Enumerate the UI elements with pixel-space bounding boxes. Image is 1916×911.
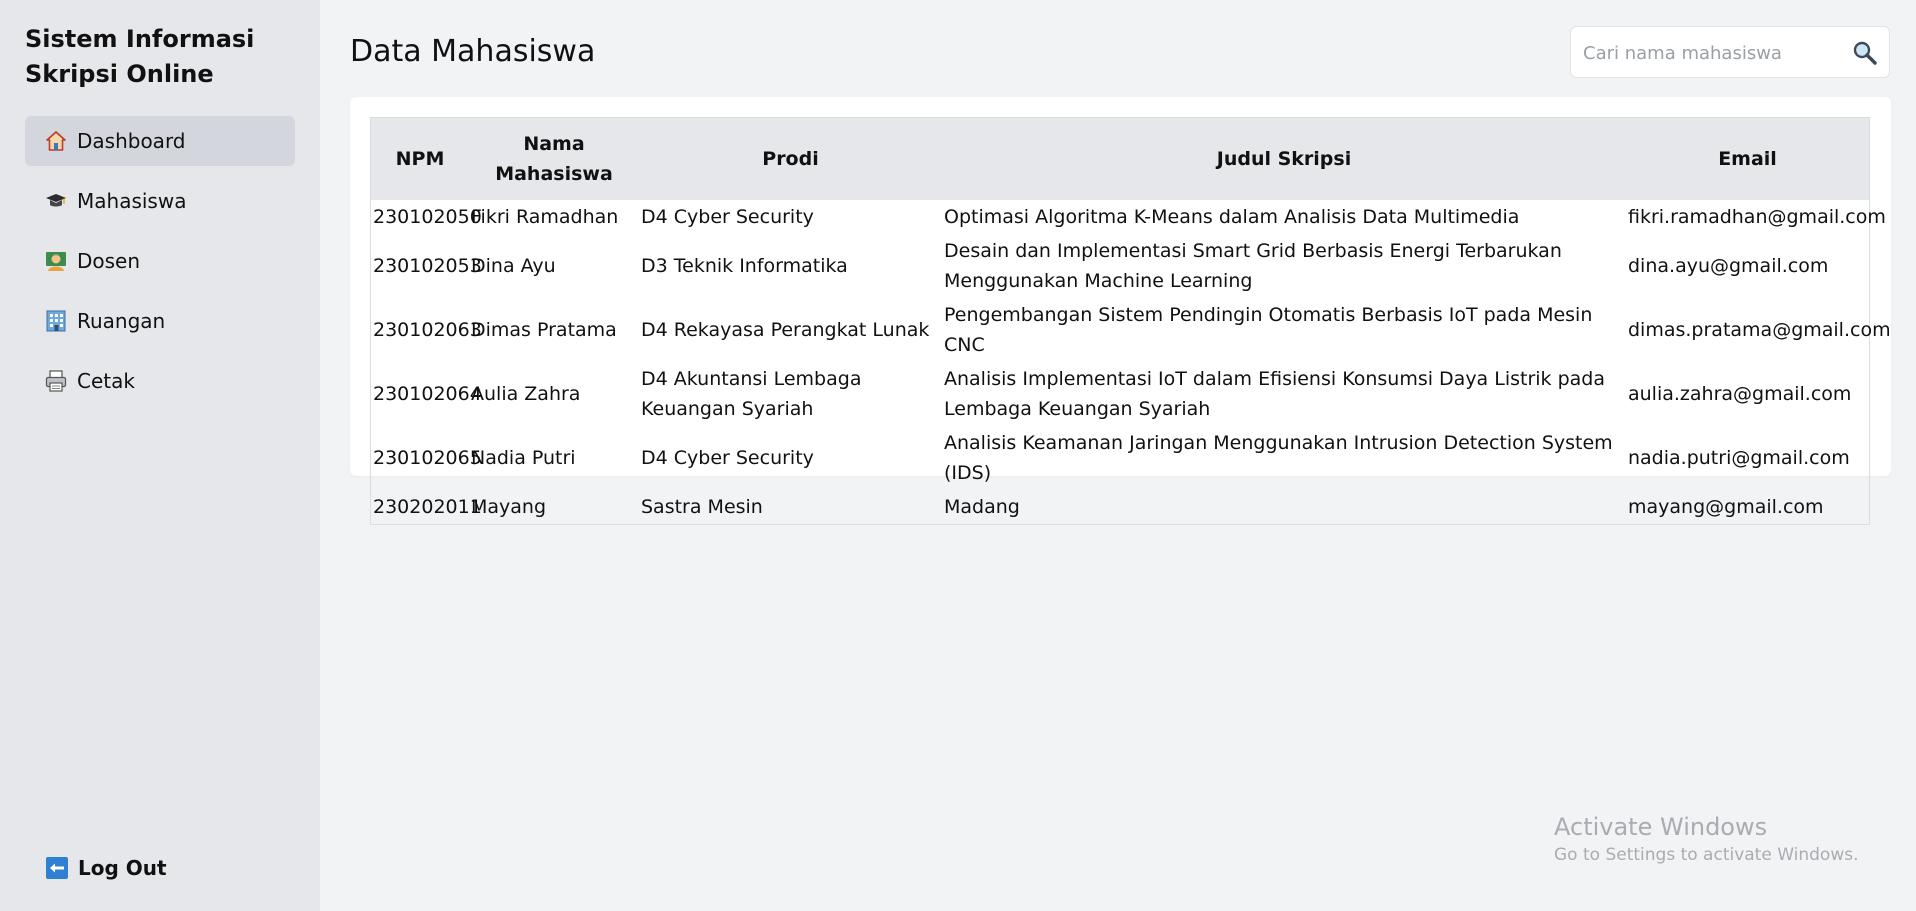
cell-judul: Pengembangan Sistem Pendingin Otomatis B… [944,304,1593,356]
sidebar-item-label: Cetak [77,369,135,393]
watermark-subtitle: Go to Settings to activate Windows. [1554,845,1859,865]
data-card: NPM Nama Mahasiswa Prodi Judul Skripsi E… [350,97,1891,525]
watermark-title: Activate Windows [1554,813,1768,841]
sidebar-item-dashboard[interactable]: Dashboard [25,116,295,166]
logout-label: Log Out [78,856,167,880]
logout-button[interactable]: Log Out [46,856,167,880]
sidebar-item-cetak[interactable]: Cetak [25,356,295,406]
app-title-line1: Sistem Informasi [25,25,255,53]
cell-email: mayang@gmail.com [1628,496,1824,518]
sidebar-item-label: Dosen [77,249,141,273]
cell-nama: Mayang [471,496,547,518]
cell-npm: 230102050 [373,206,482,228]
cell-judul: Desain dan Implementasi Smart Grid Berba… [944,240,1562,292]
sidebar-item-dosen[interactable]: Dosen [25,236,295,286]
column-header-nama: Nama Mahasiswa [469,118,639,200]
app-title-line2: Skripsi Online [25,60,214,88]
sidebar-item-mahasiswa[interactable]: Mahasiswa [25,176,295,226]
cell-prodi: D4 Akuntansi Lembaga Keuangan Syariah [641,368,862,420]
mahasiswa-table: NPM Nama Mahasiswa Prodi Judul Skripsi E… [371,118,1891,524]
sidebar-item-label: Dashboard [77,129,186,153]
cell-judul: Analisis Implementasi IoT dalam Efisiens… [944,368,1605,420]
column-header-email: Email [1626,118,1869,200]
sidebar-nav: Dashboard Mahasiswa Dosen Ruangan Cetak [25,116,295,416]
graduation-cap-icon [45,190,67,212]
cell-nama: Fikri Ramadhan [471,206,619,228]
cell-prodi: D4 Cyber Security [641,206,814,228]
table-row: 230102065 Nadia Putri D4 Cyber Security … [371,426,1869,490]
app-title: Sistem Informasi Skripsi Online [25,22,295,92]
building-icon [45,310,67,332]
sidebar-item-label: Ruangan [77,309,166,333]
sidebar-item-ruangan[interactable]: Ruangan [25,296,295,346]
table-body: 230102050 Fikri Ramadhan D4 Cyber Securi… [371,200,1891,524]
search-box [1570,26,1890,78]
table-row: 230102063 Dimas Pratama D4 Rekayasa Pera… [371,298,1891,362]
cell-email: aulia.zahra@gmail.com [1628,383,1852,405]
page-title: Data Mahasiswa [350,34,596,69]
cell-npm: 230102063 [373,319,482,341]
cell-email: dimas.pratama@gmail.com [1628,319,1891,341]
cell-judul: Analisis Keamanan Jaringan Menggunakan I… [944,432,1613,484]
cell-nama: Dina Ayu [471,255,556,277]
cell-prodi: D4 Cyber Security [641,447,814,469]
table-header-row: NPM Nama Mahasiswa Prodi Judul Skripsi E… [371,118,1869,200]
search-icon[interactable] [1851,39,1879,67]
left-arrow-icon [46,857,68,879]
windows-activation-watermark: Activate Windows Go to Settings to activ… [1554,812,1859,868]
table-row: 230202011 Mayang Sastra Mesin Madang may… [371,490,1869,524]
cell-prodi: D4 Rekayasa Perangkat Lunak [641,319,930,341]
cell-judul: Optimasi Algoritma K-Means dalam Analisi… [944,206,1520,228]
column-header-npm: NPM [371,118,469,200]
cell-email: nadia.putri@gmail.com [1628,447,1850,469]
cell-judul: Madang [944,496,1020,518]
table-row: 230102064 Aulia Zahra D4 Akuntansi Lemba… [371,362,1869,426]
cell-prodi: Sastra Mesin [641,496,763,518]
teacher-icon [45,250,67,272]
table-row: 230102053 Dina Ayu D3 Teknik Informatika… [371,234,1869,298]
cell-nama: Aulia Zahra [471,383,581,405]
cell-email: fikri.ramadhan@gmail.com [1628,206,1886,228]
cell-email: dina.ayu@gmail.com [1628,255,1829,277]
cell-prodi: D3 Teknik Informatika [641,255,848,277]
printer-icon [45,370,67,392]
column-header-judul: Judul Skripsi [942,118,1626,200]
cell-npm: 230202011 [373,496,482,518]
sidebar-item-label: Mahasiswa [77,189,187,213]
table-header: NPM Nama Mahasiswa Prodi Judul Skripsi E… [371,118,1869,200]
sidebar: Sistem Informasi Skripsi Online Dashboar… [0,0,320,911]
search-input[interactable] [1581,37,1845,69]
house-icon [45,130,67,152]
column-header-prodi: Prodi [639,118,942,200]
table-container: NPM Nama Mahasiswa Prodi Judul Skripsi E… [370,117,1891,525]
cell-npm: 230102065 [373,447,482,469]
app-root: Sistem Informasi Skripsi Online Dashboar… [0,0,1916,911]
table-row: 230102050 Fikri Ramadhan D4 Cyber Securi… [371,200,1886,234]
cell-nama: Nadia Putri [471,447,576,469]
cell-npm: 230102053 [373,255,482,277]
cell-npm: 230102064 [373,383,482,405]
cell-nama: Dimas Pratama [471,319,617,341]
